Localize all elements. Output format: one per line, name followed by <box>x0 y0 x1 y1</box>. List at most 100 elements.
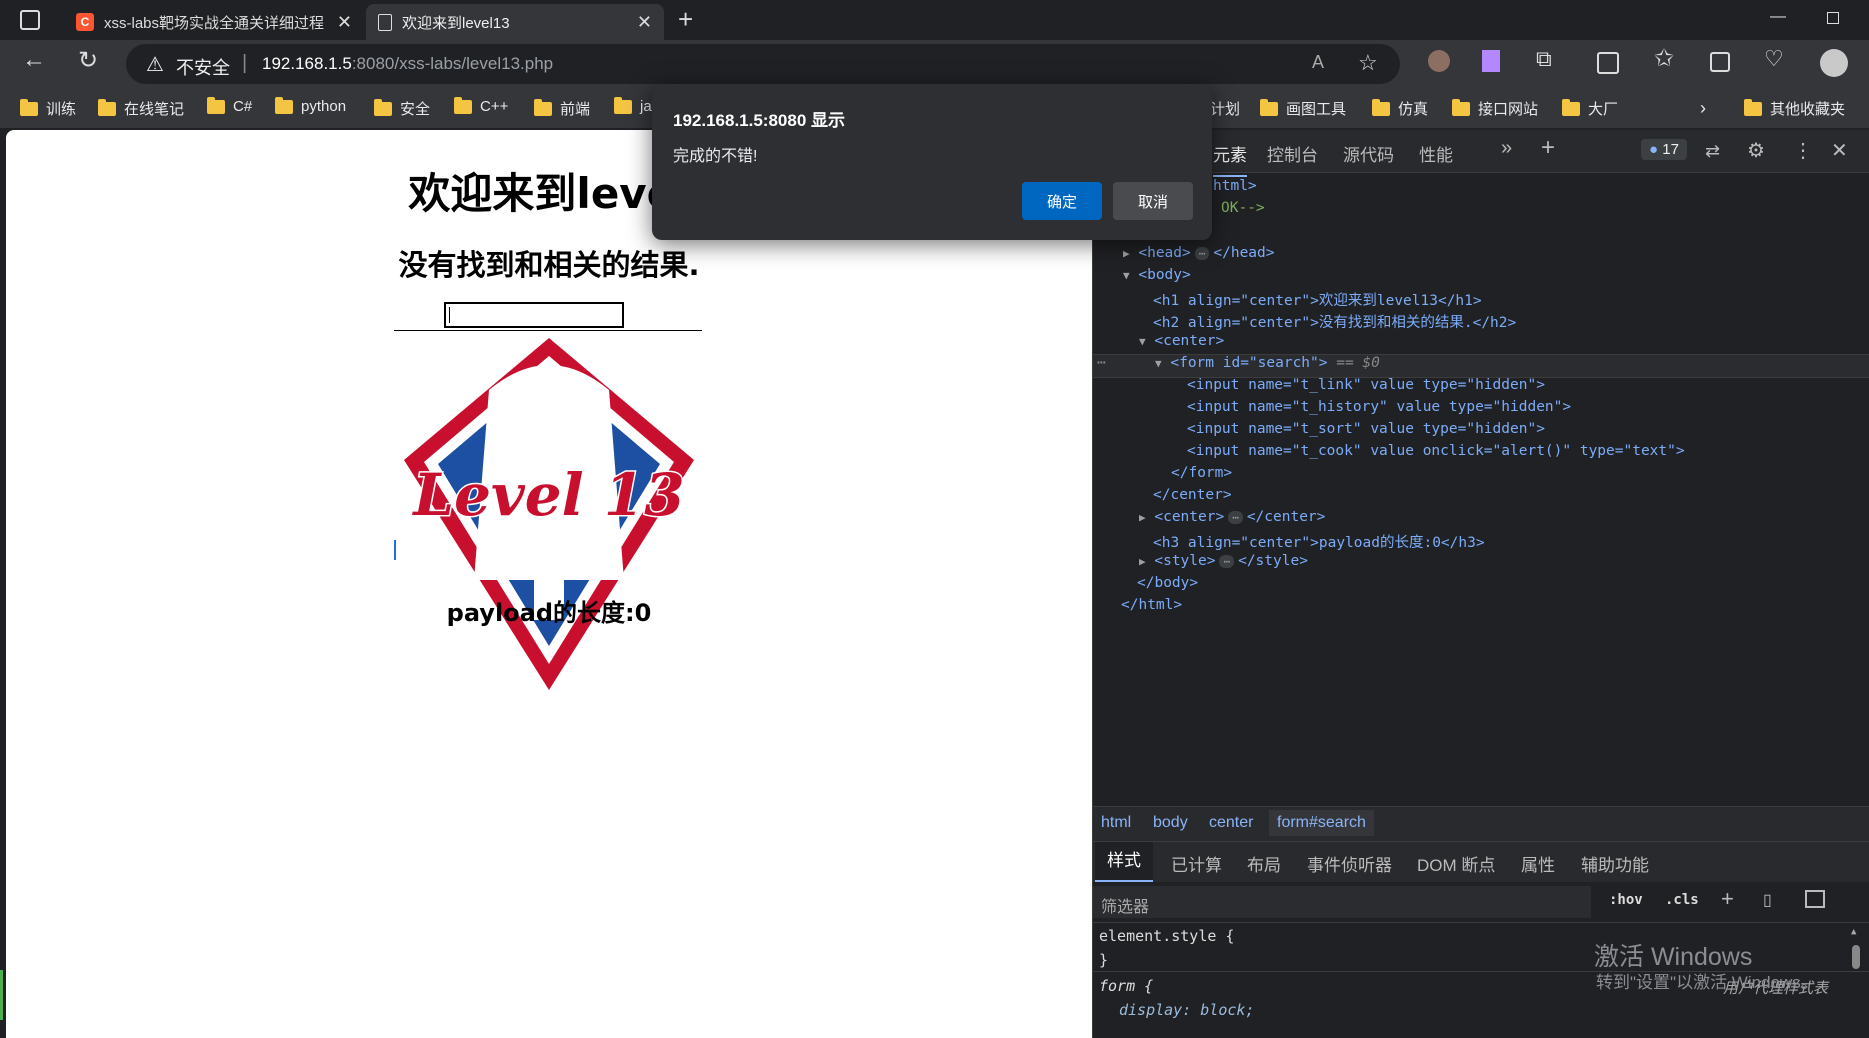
dom-node[interactable]: <h2 align="center">没有找到和相关的结果.</h2> <box>1153 311 1516 332</box>
dom-tree: html> OK--> ▶ <head> ⋯ </head> ▼ <body> <h… <box>1093 172 1869 806</box>
dom-node[interactable]: ▼ <body> <box>1123 267 1191 283</box>
split-screen-icon[interactable] <box>1597 52 1619 74</box>
new-style-rule-icon[interactable]: + <box>1721 886 1734 912</box>
folder-icon <box>1452 98 1470 116</box>
dom-node[interactable]: </form> <box>1171 465 1232 481</box>
back-icon[interactable]: ← <box>22 46 46 74</box>
close-icon[interactable]: ✕ <box>337 12 352 33</box>
tab-level13[interactable]: 欢迎来到level13 ✕ <box>366 4 664 40</box>
issues-badge[interactable]: ● 17 <box>1641 139 1687 160</box>
gear-icon[interactable]: ⚙ <box>1747 138 1765 163</box>
collapse-icon: ▼ <box>1155 357 1162 370</box>
dom-node[interactable]: html> <box>1213 178 1257 194</box>
devtools-panel: 元素 控制台 源代码 性能 » + ● 17 ⇄ ⚙ ⋮ ✕ html> OK-… <box>1092 130 1869 1038</box>
dom-node[interactable]: <input name="t_history" value type="hidd… <box>1187 399 1571 415</box>
connect-icon[interactable]: ⇄ <box>1705 141 1720 162</box>
extension-icon-2[interactable] <box>1482 50 1500 72</box>
breadcrumb-item[interactable]: center <box>1209 814 1253 832</box>
favorites-icon[interactable]: ✩ <box>1654 44 1674 73</box>
tab-actions-icon[interactable] <box>20 10 40 30</box>
reload-icon[interactable]: ↻ <box>78 46 98 75</box>
close-devtools-icon[interactable]: ✕ <box>1831 138 1848 163</box>
bookmark-folder[interactable]: 接口网站 <box>1452 98 1538 119</box>
more-options-icon[interactable]: ⋮ <box>1793 138 1813 163</box>
bookmark-folder[interactable]: 仿真 <box>1372 98 1428 119</box>
bookmark-folder[interactable]: python <box>275 96 346 115</box>
dom-node[interactable]: </html> <box>1121 597 1182 613</box>
bookmark-folder[interactable]: ja <box>614 96 652 115</box>
chevron-right-icon[interactable]: › <box>1700 98 1706 119</box>
ok-button[interactable]: 确定 <box>1022 182 1102 220</box>
bookmark-folder[interactable]: 大厂 <box>1562 98 1618 119</box>
extensions-icon[interactable]: ⧉ <box>1536 46 1552 72</box>
dom-node[interactable]: ▶ <style> ⋯ </style> <box>1139 553 1308 569</box>
subtab-dom-breakpoints[interactable]: DOM 断点 <box>1417 851 1495 876</box>
style-rule-selector[interactable]: element.style { <box>1099 927 1234 945</box>
tab-performance[interactable]: 性能 <box>1419 141 1453 166</box>
subtab-event-listeners[interactable]: 事件侦听器 <box>1307 851 1392 876</box>
read-aloud-icon[interactable]: A <box>1312 52 1324 73</box>
dom-node[interactable]: ▼ <center> <box>1139 333 1224 349</box>
paint-brush-icon[interactable]: ▯ <box>1763 890 1772 910</box>
restore-icon[interactable] <box>1827 12 1839 24</box>
add-tab-icon[interactable]: + <box>1541 134 1555 162</box>
hov-toggle[interactable]: :hov <box>1609 892 1643 908</box>
subtab-styles[interactable]: 样式 <box>1095 842 1153 882</box>
performance-icon[interactable]: ♡ <box>1764 46 1784 72</box>
style-rule-selector[interactable]: form { <box>1099 977 1153 995</box>
breadcrumb-item[interactable]: body <box>1153 814 1188 832</box>
row-menu-icon[interactable]: ⋯ <box>1097 355 1106 371</box>
subtab-accessibility[interactable]: 辅助功能 <box>1581 851 1649 876</box>
bookmark-folder[interactable]: 计划 <box>1210 98 1240 119</box>
breadcrumb-item[interactable]: html <box>1101 814 1131 832</box>
bookmark-folder[interactable]: C++ <box>454 96 508 115</box>
dom-node[interactable]: <h3 align="center">payload的长度:0</h3> <box>1153 531 1485 552</box>
cls-toggle[interactable]: .cls <box>1665 892 1699 908</box>
profile-avatar[interactable] <box>1820 49 1848 77</box>
filter-input[interactable]: 筛选器 <box>1093 886 1591 918</box>
star-icon[interactable]: ☆ <box>1358 50 1378 76</box>
dom-node-selected[interactable]: ▼ <form id="search"> == $0 <box>1155 355 1380 371</box>
bookmark-folder[interactable]: 画图工具 <box>1260 98 1346 119</box>
minimize-icon[interactable]: — <box>1770 8 1786 26</box>
bookmark-folder[interactable]: 前端 <box>534 98 590 119</box>
dom-node[interactable]: </body> <box>1137 575 1198 591</box>
tab-console[interactable]: 控制台 <box>1267 141 1318 166</box>
subtab-properties[interactable]: 属性 <box>1521 851 1555 876</box>
bookmark-label: ja <box>640 98 652 115</box>
close-icon[interactable]: ✕ <box>637 12 652 33</box>
folder-icon <box>20 98 38 116</box>
style-declaration[interactable]: display: block; <box>1119 1001 1254 1019</box>
url-text[interactable]: 192.168.1.5:8080/xss-labs/level13.php <box>262 54 553 74</box>
extension-icon-1[interactable] <box>1428 50 1450 72</box>
bookmark-folder[interactable]: 在线笔记 <box>98 98 184 119</box>
security-label[interactable]: 不安全 <box>176 54 230 80</box>
more-tabs-icon[interactable]: » <box>1501 137 1512 160</box>
dom-comment[interactable]: OK--> <box>1221 200 1265 216</box>
folder-icon <box>534 98 552 116</box>
bookmark-label: 画图工具 <box>1286 101 1347 118</box>
collections-icon[interactable] <box>1710 52 1730 72</box>
t-cook-input[interactable] <box>444 302 624 328</box>
tab-sources[interactable]: 源代码 <box>1343 141 1394 166</box>
dom-node[interactable]: <h1 align="center">欢迎来到level13</h1> <box>1153 289 1482 310</box>
dom-node[interactable]: <input name="t_sort" value type="hidden"… <box>1187 421 1545 437</box>
toggle-sidebar-icon[interactable] <box>1805 890 1825 908</box>
bookmark-folder[interactable]: 安全 <box>374 98 430 119</box>
subtab-layout[interactable]: 布局 <box>1247 851 1281 876</box>
dom-node[interactable]: ▶ <center> ⋯ </center> <box>1139 509 1325 525</box>
subtab-computed[interactable]: 已计算 <box>1171 851 1222 876</box>
cancel-button[interactable]: 取消 <box>1113 182 1193 220</box>
new-tab-icon[interactable]: + <box>678 4 693 35</box>
bookmark-folder[interactable]: 其他收藏夹 <box>1744 98 1845 119</box>
breadcrumb-item-active[interactable]: form#search <box>1269 810 1374 836</box>
dom-node[interactable]: ▶ <head> ⋯ </head> <box>1123 245 1274 261</box>
dom-node[interactable]: <input name="t_link" value type="hidden"… <box>1187 377 1545 393</box>
dom-node[interactable]: <input name="t_cook" value onclick="aler… <box>1187 443 1685 459</box>
tab-xss-labs[interactable]: C xss-labs靶场实战全通关详细过程 ✕ <box>64 4 364 40</box>
scrollbar[interactable]: ▲ <box>1851 927 1861 1037</box>
bookmark-folder[interactable]: 训练 <box>20 98 76 119</box>
dom-node[interactable]: </center> <box>1153 487 1232 503</box>
bookmark-folder[interactable]: C# <box>207 96 252 115</box>
address-bar[interactable]: ⚠ 不安全 | 192.168.1.5:8080/xss-labs/level1… <box>126 44 1400 84</box>
